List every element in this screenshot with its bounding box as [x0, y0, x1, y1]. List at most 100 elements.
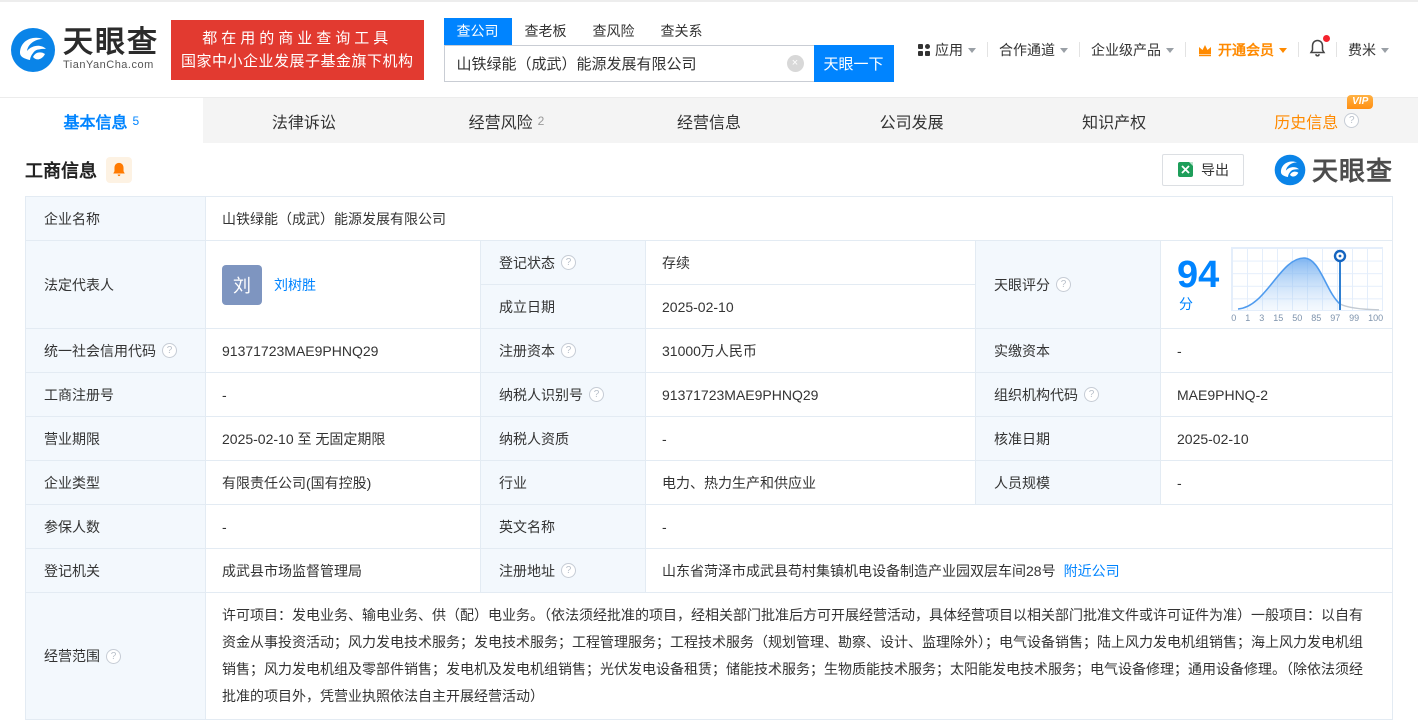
search-tab-boss[interactable]: 查老板: [512, 18, 580, 45]
help-icon[interactable]: ?: [1344, 113, 1360, 128]
help-icon[interactable]: ?: [589, 387, 604, 402]
nav-user-menu[interactable]: 费米: [1337, 40, 1400, 60]
table-row: 工商注册号 - 纳税人识别号? 91371723MAE9PHNQ29 组织机构代…: [25, 372, 1393, 417]
tab-basic-info[interactable]: 基本信息 5: [0, 98, 203, 143]
chevron-down-icon: [1060, 48, 1068, 53]
reg-address-value: 山东省菏泽市成武县苟村集镇机电设备制造产业园双层车间28号 附近公司: [645, 548, 1393, 593]
slogan-line1: 都在用的商业查询工具: [202, 29, 393, 47]
industry-label: 行业: [480, 460, 646, 505]
tianyancha-watermark: 天眼查: [1274, 151, 1393, 188]
nav-partner-channel[interactable]: 合作通道: [988, 40, 1079, 60]
chevron-down-icon: [1381, 48, 1389, 53]
top-navigation: 应用 合作通道 企业级产品 开通会员 费米: [907, 35, 1400, 60]
tianyancha-logo-icon: [1274, 154, 1306, 185]
industry-value: 电力、热力生产和供应业: [645, 460, 976, 505]
company-name-value: 山铁绿能（成武）能源发展有限公司: [205, 196, 1393, 241]
brand-name: 天眼查: [63, 26, 159, 59]
clear-search-icon[interactable]: ×: [786, 54, 804, 72]
help-icon[interactable]: ?: [561, 563, 576, 578]
tab-operation-risk[interactable]: 经营风险 2: [405, 98, 608, 143]
org-code-value: MAE9PHNQ-2: [1160, 372, 1393, 417]
tianyan-score-cell: 94分 0 1 3 15 50 85 97 99 100: [1160, 240, 1393, 329]
top-header: 天眼查 TianYanCha.com 都在用的商业查询工具 国家中小企业发展子基…: [0, 0, 1418, 97]
reg-authority-value: 成武县市场监督管理局: [205, 548, 481, 593]
credit-code-label: 统一社会信用代码?: [25, 328, 206, 373]
chevron-down-icon: [968, 48, 976, 53]
bell-icon: [113, 162, 125, 177]
insured-count-label: 参保人数: [25, 504, 206, 549]
table-row: 参保人数 - 英文名称 -: [25, 504, 1393, 549]
help-icon[interactable]: ?: [1056, 277, 1071, 292]
legal-rep-label: 法定代表人: [25, 240, 206, 329]
english-name-value: -: [645, 504, 1393, 549]
help-icon[interactable]: ?: [162, 343, 177, 358]
notification-dot: [1323, 35, 1330, 42]
notification-bell-button[interactable]: [1299, 35, 1336, 60]
reg-capital-value: 31000万人民币: [645, 328, 976, 373]
help-icon[interactable]: ?: [106, 648, 121, 664]
nav-enterprise-products[interactable]: 企业级产品: [1080, 40, 1185, 60]
tab-operation-info[interactable]: 经营信息: [608, 98, 811, 143]
legal-rep-link[interactable]: 刘树胜: [274, 275, 316, 295]
table-row: 登记机关 成武县市场监督管理局 注册地址? 山东省菏泽市成武县苟村集镇机电设备制…: [25, 548, 1393, 593]
detail-tabbar: 基本信息 5 法律诉讼 经营风险 2 经营信息 公司发展 知识产权 历史信息 ? V…: [0, 94, 1418, 143]
business-term-label: 营业期限: [25, 416, 206, 461]
section-title: 工商信息: [25, 160, 97, 181]
reg-number-label: 工商注册号: [25, 372, 206, 417]
taxpayer-id-value: 91371723MAE9PHNQ29: [645, 372, 976, 417]
tab-intellectual-property[interactable]: 知识产权: [1013, 98, 1216, 143]
approval-date-value: 2025-02-10: [1160, 416, 1393, 461]
help-icon[interactable]: ?: [561, 255, 576, 270]
username: 费米: [1348, 41, 1376, 58]
reg-capital-label: 注册资本?: [480, 328, 646, 373]
avatar[interactable]: 刘: [222, 264, 262, 305]
tianyan-score-label: 天眼评分?: [975, 240, 1161, 329]
business-scope-label: 经营范围?: [25, 592, 206, 720]
tianyancha-logo-icon: [11, 27, 55, 72]
score-distribution-chart: 01 3 15 50 85 97 99 100: [1231, 246, 1384, 323]
tab-history-info[interactable]: 历史信息 ? VIP: [1215, 94, 1418, 143]
org-code-label: 组织机构代码?: [975, 372, 1161, 417]
business-info-section-head: 工商信息 导出 天眼查: [0, 143, 1418, 196]
search-input[interactable]: [443, 44, 814, 82]
slogan-line2: 国家中小企业发展子基金旗下机构: [181, 52, 414, 70]
reg-status-value: 存续: [645, 240, 976, 285]
chevron-down-icon: [1166, 48, 1174, 53]
help-icon[interactable]: ?: [561, 343, 576, 358]
nav-apps[interactable]: 应用: [907, 40, 987, 60]
brand-domain: TianYanCha.com: [63, 59, 154, 71]
reg-authority-label: 登记机关: [25, 548, 206, 593]
business-term-value: 2025-02-10 至 无固定期限: [205, 416, 481, 461]
score-chart-ticks: 01 3 15 50 85 97 99 100: [1231, 312, 1384, 323]
tab-legal-proceedings[interactable]: 法律诉讼: [203, 98, 406, 143]
excel-icon: [1177, 162, 1193, 177]
taxpayer-quality-label: 纳税人资质: [480, 416, 646, 461]
tab-company-development[interactable]: 公司发展: [810, 98, 1013, 143]
table-row: 企业类型 有限责任公司(国有控股) 行业 电力、热力生产和供应业 人员规模 -: [25, 460, 1393, 505]
watermark-text: 天眼查: [1311, 156, 1393, 186]
legal-rep-cell: 刘 刘树胜: [205, 240, 481, 329]
search-tabs: 查公司 查老板 查风险 查关系: [443, 17, 894, 45]
tianyancha-logo[interactable]: 天眼查 TianYanCha.com: [10, 27, 159, 73]
nearby-companies-link[interactable]: 附近公司: [1064, 563, 1120, 579]
help-icon[interactable]: ?: [1084, 387, 1099, 402]
table-row: 企业名称 山铁绿能（成武）能源发展有限公司: [25, 196, 1393, 241]
reg-number-value: -: [205, 372, 481, 417]
company-name-label: 企业名称: [25, 196, 206, 241]
approval-date-label: 核准日期: [975, 416, 1161, 461]
export-button[interactable]: 导出: [1161, 153, 1244, 186]
table-row: 营业期限 2025-02-10 至 无固定期限 纳税人资质 - 核准日期 202…: [25, 416, 1393, 461]
company-type-label: 企业类型: [25, 460, 206, 505]
nav-open-vip[interactable]: 开通会员: [1186, 40, 1298, 60]
search-tab-company[interactable]: 查公司: [443, 17, 512, 45]
paid-capital-value: -: [1160, 328, 1393, 373]
monitor-bell-button[interactable]: [106, 156, 132, 183]
search-button[interactable]: 天眼一下: [813, 44, 894, 82]
bell-icon: [1309, 39, 1326, 57]
score-value: 94分: [1177, 253, 1220, 312]
taxpayer-id-label: 纳税人识别号?: [480, 372, 646, 417]
search-tab-risk[interactable]: 查风险: [580, 18, 648, 45]
taxpayer-quality-value: -: [645, 416, 976, 461]
english-name-label: 英文名称: [480, 504, 646, 549]
search-tab-relation[interactable]: 查关系: [648, 18, 716, 45]
